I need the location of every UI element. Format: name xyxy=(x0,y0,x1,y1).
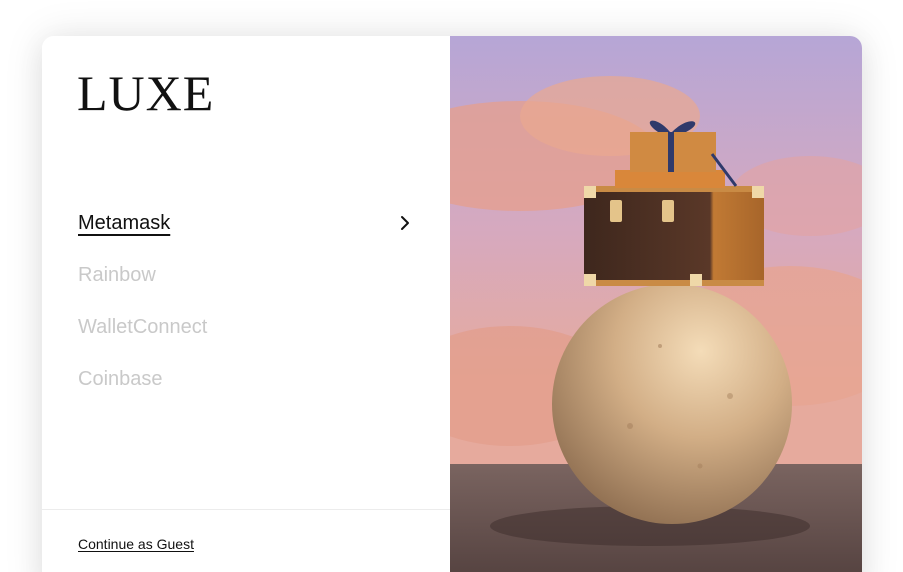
wallet-option-rainbow[interactable]: Rainbow xyxy=(78,260,413,312)
page: LUXE Metamask Rainbow WalletConnect Coin… xyxy=(0,0,903,572)
wallet-connect-modal: LUXE Metamask Rainbow WalletConnect Coin… xyxy=(42,36,862,572)
hero-image-panel xyxy=(450,36,862,572)
wallet-option-label: Metamask xyxy=(78,212,171,234)
hero-image xyxy=(450,36,862,572)
wallet-option-metamask[interactable]: Metamask xyxy=(78,208,413,260)
wallet-option-label: Coinbase xyxy=(78,368,163,390)
footer-divider xyxy=(42,509,450,510)
wallet-option-label: Rainbow xyxy=(78,264,156,286)
wallet-option-coinbase[interactable]: Coinbase xyxy=(78,364,413,416)
continue-as-guest-link[interactable]: Continue as Guest xyxy=(78,536,194,552)
chevron-right-icon xyxy=(401,216,409,230)
wallet-list: Metamask Rainbow WalletConnect Coinbase xyxy=(78,208,413,416)
wallet-option-label: WalletConnect xyxy=(78,316,208,338)
wallet-option-walletconnect[interactable]: WalletConnect xyxy=(78,312,413,364)
brand-logo: LUXE xyxy=(77,65,215,121)
wallet-panel: LUXE Metamask Rainbow WalletConnect Coin… xyxy=(42,36,450,572)
